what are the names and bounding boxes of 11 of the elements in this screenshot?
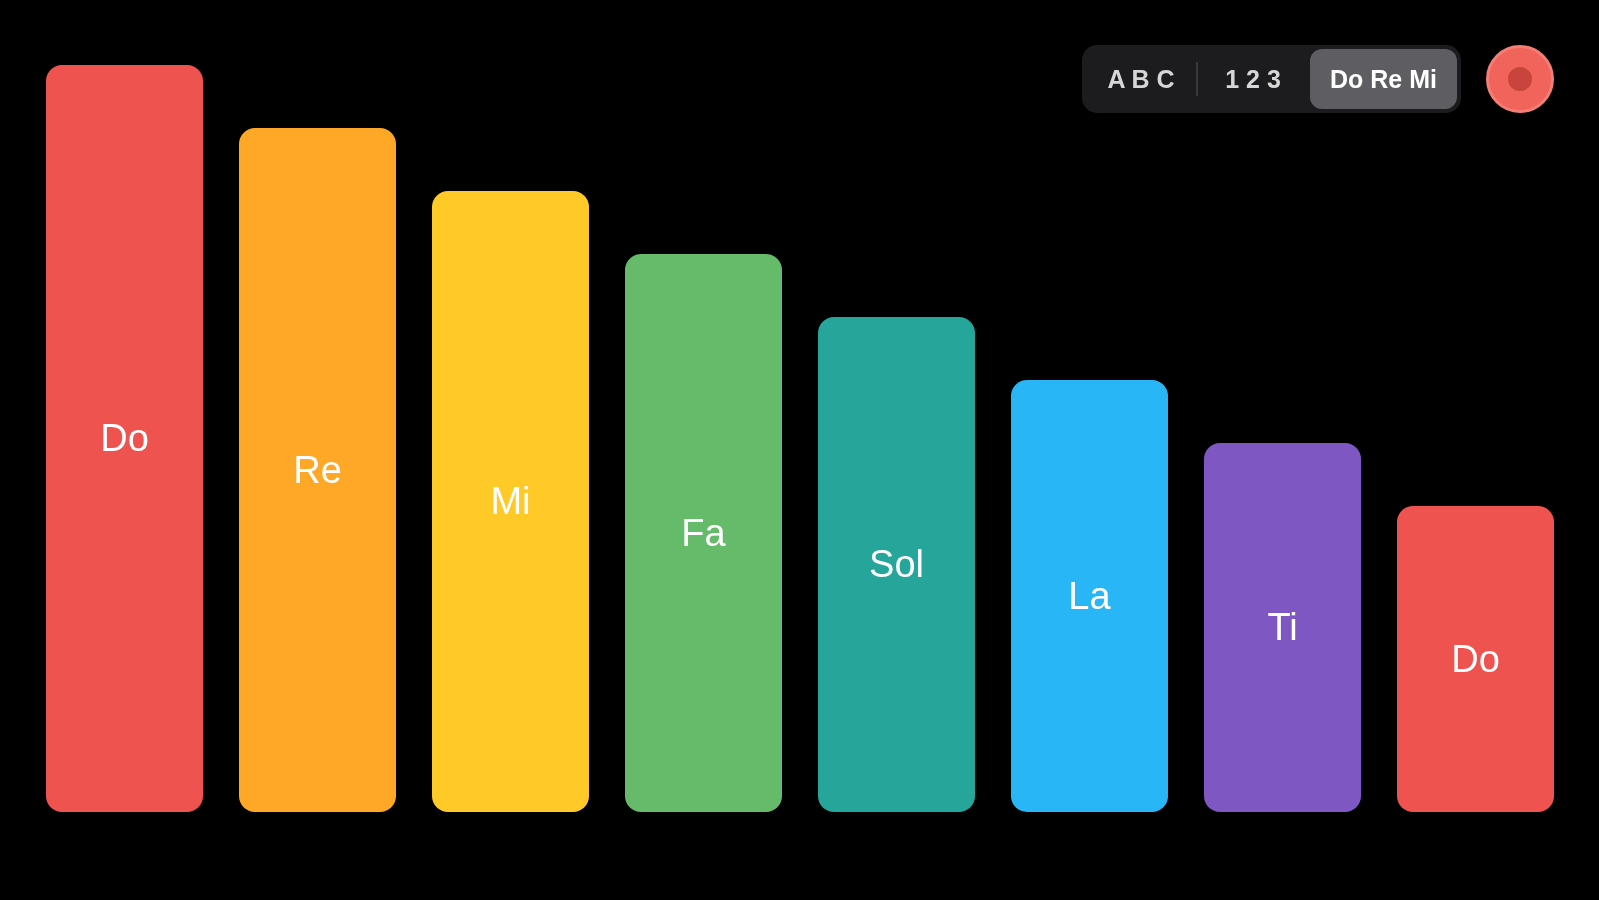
xylophone-key[interactable]: Re bbox=[239, 128, 396, 812]
xylophone-key[interactable]: La bbox=[1011, 380, 1168, 812]
xylophone-key[interactable]: Fa bbox=[625, 254, 782, 812]
record-dot-icon bbox=[1508, 67, 1532, 91]
label-mode-segment[interactable]: Do Re Mi bbox=[1310, 49, 1457, 109]
xylophone-key[interactable]: Sol bbox=[818, 317, 975, 812]
xylophone-key[interactable]: Ti bbox=[1204, 443, 1361, 812]
xylophone-key[interactable]: Do bbox=[1397, 506, 1554, 812]
xylophone-key[interactable]: Do bbox=[46, 65, 203, 812]
label-mode-segment[interactable]: A B C bbox=[1086, 49, 1197, 109]
label-mode-segment[interactable]: 1 2 3 bbox=[1198, 49, 1309, 109]
